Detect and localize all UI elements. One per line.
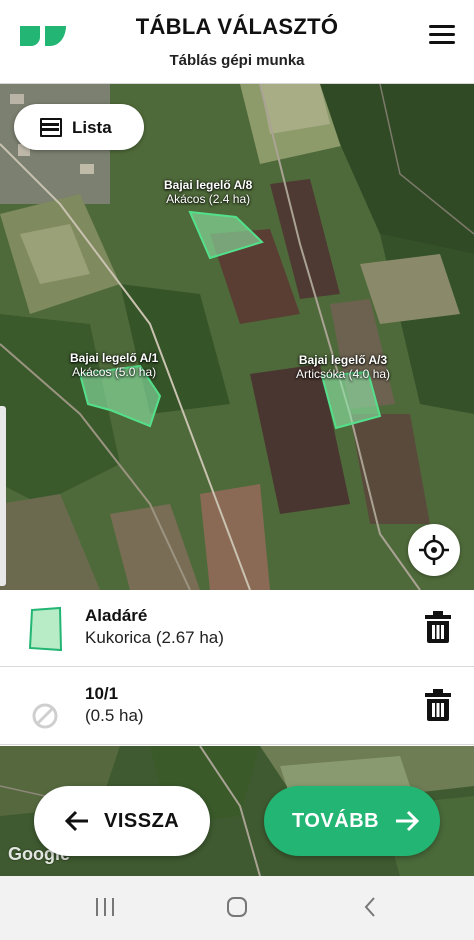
crosshair-icon [419,535,449,565]
selected-fields-list: Aladáré Kukorica (2.67 ha) 10/1 (0.5 ha) [0,590,474,746]
back-nav-icon[interactable] [360,896,382,918]
page-title: TÁBLA VÁLASZTÓ [135,14,339,39]
drawer-handle[interactable] [0,406,6,586]
field-name: Aladáré [85,606,148,625]
no-shape-icon [32,703,58,729]
field-label-a8[interactable]: Bajai legelő A/8 Akácos (2.4 ha) [164,178,252,206]
list-view-button[interactable]: Lista [14,104,144,150]
trash-icon[interactable] [424,688,452,722]
list-icon [40,118,62,137]
satellite-map[interactable] [0,84,474,590]
hamburger-menu-icon[interactable] [426,22,458,50]
trash-icon[interactable] [424,610,452,644]
system-navigation-bar [0,876,474,940]
map-imagery [0,84,474,590]
page-subtitle: Táblás gépi munka [169,52,305,69]
field-label-a3[interactable]: Bajai legelő A/3 Articsóka (4.0 ha) [296,353,390,381]
back-button-label: VISSZA [104,810,180,832]
recent-apps-icon[interactable] [94,896,116,918]
my-location-button[interactable] [408,524,460,576]
next-button[interactable]: TOVÁBB [264,786,440,856]
arrow-right-icon [396,810,420,832]
list-view-label: Lista [72,118,112,137]
arrow-left-icon [64,810,88,832]
field-label-a1[interactable]: Bajai legelő A/1 Akácos (5.0 ha) [70,351,158,379]
app-header: TÁBLA VÁLASZTÓ Táblás gépi munka [0,0,474,84]
field-shape-icon [28,606,62,652]
back-button[interactable]: VISSZA [34,786,210,856]
next-button-label: TOVÁBB [292,810,380,832]
list-item[interactable]: 10/1 (0.5 ha) [0,668,474,745]
home-icon[interactable] [226,896,248,918]
app-screen: TÁBLA VÁLASZTÓ Táblás gépi munka Lista B… [0,0,474,940]
field-detail: (0.5 ha) [85,706,144,725]
field-name: 10/1 [85,684,119,703]
list-item[interactable]: Aladáré Kukorica (2.67 ha) [0,590,474,667]
field-detail: Kukorica (2.67 ha) [85,628,224,647]
